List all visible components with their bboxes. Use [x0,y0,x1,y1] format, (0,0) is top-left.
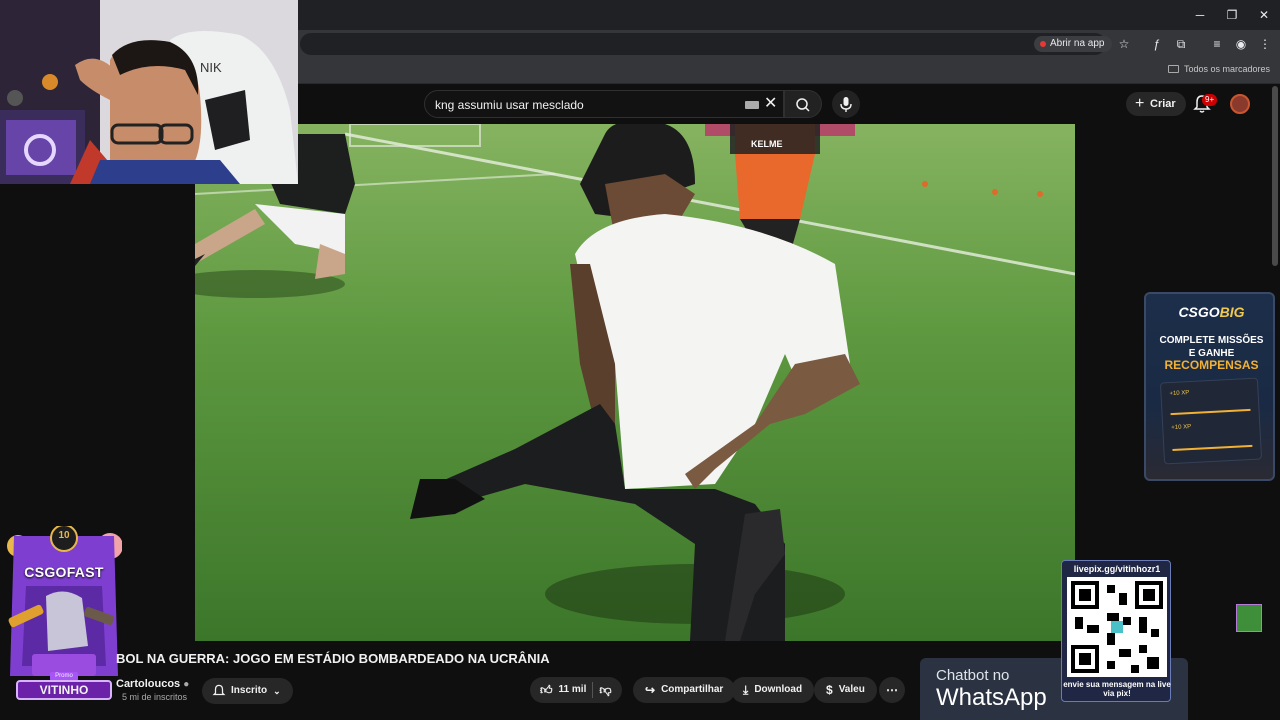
csgobig-headline-1: COMPLETE MISSÕES [1159,335,1264,346]
livepix-url: livepix.gg/vitinhozr1 [1073,564,1161,574]
open-in-app-label: Abrir na app [1050,38,1105,49]
download-icon: ⤓ [743,683,749,697]
share-icon: ↪ [645,683,656,697]
download-label: Download [754,684,803,695]
search-icon [796,98,810,112]
csgobig-logo-a: CSGO [1178,304,1220,320]
clear-search-icon[interactable]: ✕ [764,96,780,112]
missions-card: +10 XP +10 XP [1159,377,1263,465]
scrollbar-thumb[interactable] [1272,86,1278,266]
create-label: Criar [1150,98,1176,110]
notification-badge: 9+ [1202,94,1218,106]
csgobig-logo-b: BIG [1219,304,1245,320]
browser-menu-icon[interactable]: ⋮ [1258,37,1272,51]
livepix-qr-box[interactable]: livepix.gg/vitinhozr1 envie sua mensagem… [1061,560,1171,702]
overlay-mini-icon [1236,604,1262,632]
thumbs-up-icon: 👍︎ [540,683,553,697]
mission-progress-1 [1170,408,1251,416]
restore-button[interactable]: ❐ [1216,0,1248,30]
voice-search-button[interactable] [832,90,860,118]
livepix-caption: envie sua mensagem na live via pix! [1063,680,1171,698]
user-avatar[interactable] [1230,94,1250,114]
thanks-button[interactable]: $ Valeu [814,677,877,703]
search-box: ✕ [424,90,784,118]
create-button[interactable]: + Criar [1126,92,1186,116]
mission-progress-2 [1172,444,1253,452]
keyboard-icon[interactable] [745,101,759,109]
qr-code-icon [1067,577,1167,677]
csgofast-badge: 10 [58,530,70,541]
download-button[interactable]: ⤓ Download [731,677,815,703]
verified-icon: ● [183,679,190,690]
share-button[interactable]: ↪ Compartilhar [633,677,736,703]
subscribe-button[interactable]: Inscrito ⌄ [202,678,293,704]
extensions-icon[interactable]: ⧉ [1174,37,1188,51]
like-dislike-group: 👍︎ 11 mil 👎︎ [530,677,622,703]
open-in-app-button[interactable]: Abrir na app [1034,36,1113,52]
more-actions-button[interactable]: ⋯ [879,677,905,703]
more-horizontal-icon: ⋯ [886,683,898,697]
minimize-button[interactable]: ─ [1184,0,1216,30]
window-controls: ─ ❐ ✕ [1184,0,1280,30]
media-control-icon[interactable]: ≡ [1210,37,1224,51]
close-window-button[interactable]: ✕ [1248,0,1280,30]
subscriber-count: 5 mi de inscritos [122,692,188,702]
super-thanks-icon: $ [826,683,833,697]
csgofast-promo[interactable]: 10 CSGOFAST Promo VITINHO [6,526,122,714]
csgobig-promo[interactable]: CSGOBIG COMPLETE MISSÕES E GANHE RECOMPE… [1144,292,1275,481]
profile-icon[interactable]: ◉ [1234,37,1248,51]
chair-brand-text: NIK [200,60,222,75]
thumbs-down-icon[interactable]: 👎︎ [599,677,611,703]
channel-name[interactable]: Cartoloucos ● [116,678,189,690]
shirt-text: KELME [751,139,783,149]
youtube-dot-icon [1040,41,1046,47]
plus-icon: + [1135,95,1145,112]
mission-xp-1: +10 XP [1169,390,1190,398]
search-button[interactable] [784,90,822,118]
chatbot-line-2: WhatsApp [936,684,1047,711]
address-bar[interactable] [300,33,1106,55]
channel-name-label: Cartoloucos [116,678,181,690]
mission-xp-2: +10 XP [1171,424,1192,432]
star-icon[interactable]: ☆ [1117,37,1131,51]
folder-icon [1167,65,1179,73]
promo-code-name: VITINHO [16,680,112,700]
microphone-icon [840,97,852,112]
extension-f-icon[interactable]: ƒ [1150,37,1164,51]
like-button[interactable]: 👍︎ 11 mil [540,677,586,703]
divider [592,682,594,698]
chevron-down-icon: ⌄ [273,686,281,696]
all-bookmarks-button[interactable]: Todos os marcadores [1167,64,1270,74]
streamer-camera-feed: NIK [0,0,298,184]
csgofast-label: CSGOFAST [24,564,104,580]
chatbot-line-1: Chatbot no [936,667,1010,684]
video-title: BOL NA GUERRA: JOGO EM ESTÁDIO BOMBARDEA… [116,651,550,666]
share-label: Compartilhar [661,684,724,695]
search-input[interactable] [435,96,735,114]
subscribe-label: Inscrito [231,685,268,696]
video-frame [195,124,1075,641]
like-count: 11 mil [558,684,587,695]
webcam-overlay: NIK [0,0,298,184]
video-player[interactable]: KELME [195,124,1075,641]
csgobig-headline-3: RECOMPENSAS [1164,358,1259,372]
qr-code-image [1067,577,1167,677]
csgobig-logo: CSGOBIG [1146,304,1277,320]
bell-icon [212,684,226,696]
all-bookmarks-label: Todos os marcadores [1183,64,1270,74]
thanks-label: Valeu [838,684,865,695]
